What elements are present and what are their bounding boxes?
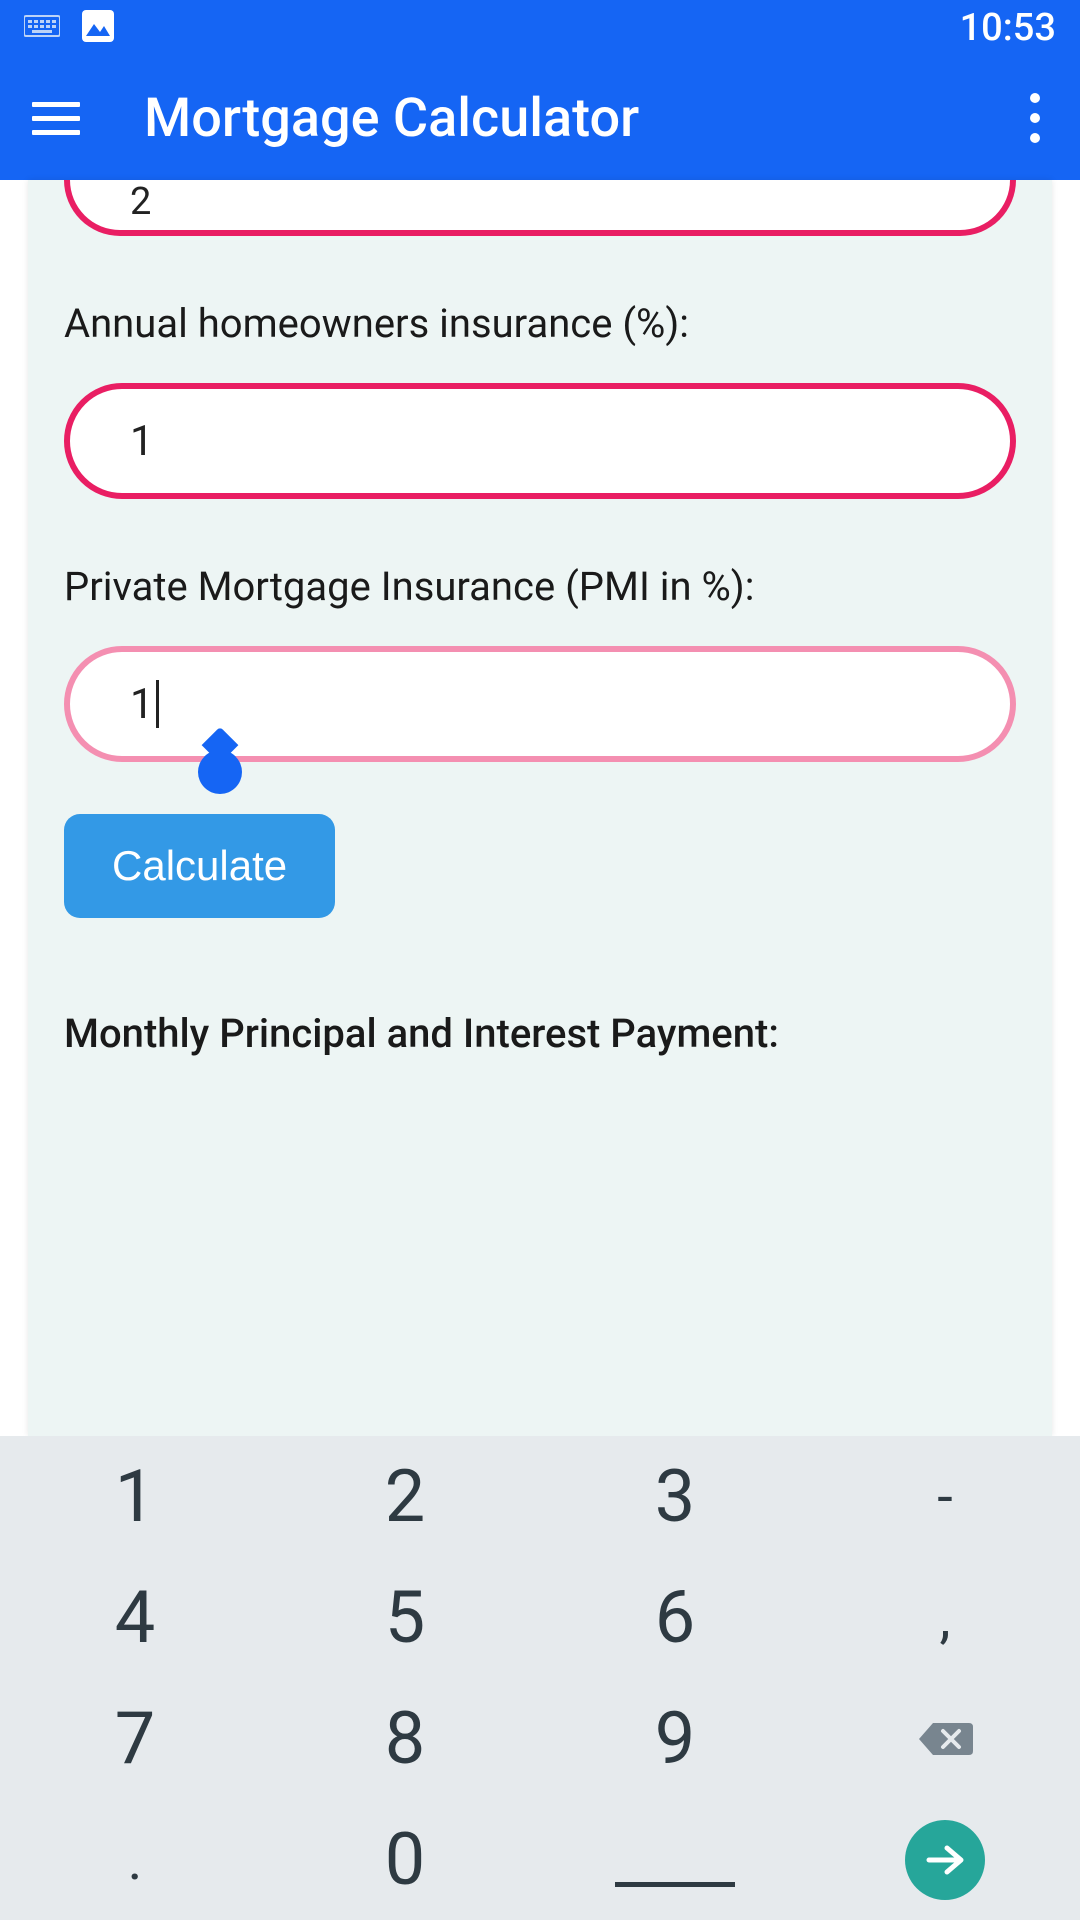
key-7[interactable]: 7 xyxy=(0,1678,270,1799)
pmi-input[interactable]: 1 xyxy=(64,646,1016,762)
key-8[interactable]: 8 xyxy=(270,1678,540,1799)
key-6[interactable]: 6 xyxy=(540,1557,810,1678)
previous-field-value: 2 xyxy=(130,180,151,224)
key-enter[interactable] xyxy=(810,1799,1080,1920)
text-cursor xyxy=(156,680,159,728)
status-clock: 10:53 xyxy=(960,6,1056,50)
key-2[interactable]: 2 xyxy=(270,1436,540,1557)
key-0[interactable]: 0 xyxy=(270,1799,540,1920)
insurance-input[interactable]: 1 xyxy=(64,383,1016,499)
key-1[interactable]: 1 xyxy=(0,1436,270,1557)
key-3[interactable]: 3 xyxy=(540,1436,810,1557)
page-title: Mortgage Calculator xyxy=(144,87,639,150)
menu-icon[interactable] xyxy=(32,94,80,142)
key-minus[interactable]: - xyxy=(810,1436,1080,1557)
photo-icon xyxy=(80,8,116,48)
keyboard-icon xyxy=(24,12,60,44)
pmi-value: 1 xyxy=(130,680,154,729)
cursor-handle[interactable] xyxy=(189,741,251,803)
status-icons xyxy=(24,8,116,48)
insurance-label: Annual homeowners insurance (%): xyxy=(64,300,1016,347)
key-comma[interactable]: , xyxy=(810,1557,1080,1678)
key-5[interactable]: 5 xyxy=(270,1557,540,1678)
calculate-button[interactable]: Calculate xyxy=(64,814,335,918)
enter-icon xyxy=(905,1820,985,1900)
insurance-value: 1 xyxy=(130,417,154,466)
form-content: 2 Annual homeowners insurance (%): 1 Pri… xyxy=(28,180,1052,1436)
app-bar: Mortgage Calculator xyxy=(0,56,1080,180)
key-9[interactable]: 9 xyxy=(540,1678,810,1799)
result-label: Monthly Principal and Interest Payment: xyxy=(64,1010,1016,1057)
numeric-keyboard: 1 2 3 - 4 5 6 , 7 8 9 . 0 xyxy=(0,1436,1080,1920)
key-backspace[interactable] xyxy=(810,1678,1080,1799)
pmi-label: Private Mortgage Insurance (PMI in %): xyxy=(64,563,1016,610)
overflow-menu-icon[interactable] xyxy=(1030,93,1040,143)
key-period[interactable]: . xyxy=(0,1799,270,1920)
previous-field-partial[interactable]: 2 xyxy=(64,180,1016,236)
key-4[interactable]: 4 xyxy=(0,1557,270,1678)
status-bar: 10:53 xyxy=(0,0,1080,56)
key-space[interactable] xyxy=(540,1799,810,1920)
